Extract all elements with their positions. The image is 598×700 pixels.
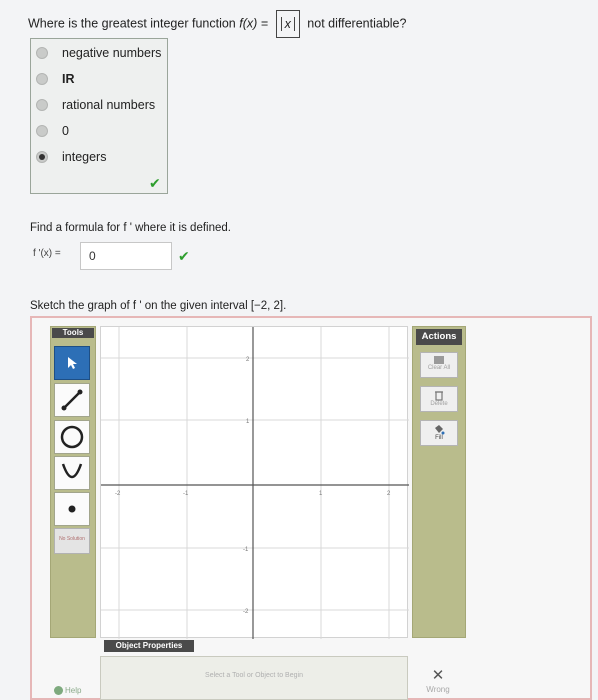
derivative-field-label: f '(x) =	[33, 248, 61, 259]
question-2-prompt: Find a formula for f ' where it is defin…	[30, 222, 231, 234]
radio-selected-icon[interactable]	[36, 151, 48, 163]
result-label: Wrong	[426, 685, 450, 694]
paint-bucket-icon	[435, 425, 445, 435]
correct-check-icon: ✔	[149, 175, 161, 191]
y-tick-label: -2	[243, 609, 249, 615]
trash-icon	[435, 391, 443, 401]
x-tick-label: -1	[183, 491, 189, 497]
x-tick-label: 1	[319, 491, 323, 497]
tool-point[interactable]	[54, 492, 90, 526]
no-solution-button[interactable]: No Solution	[54, 528, 90, 554]
delete-button[interactable]: Delete	[420, 386, 458, 412]
object-properties-hint: Select a Tool or Object to Begin	[205, 672, 303, 679]
wrong-x-icon: ✕	[431, 667, 445, 684]
choice-negative-numbers[interactable]: negative numbers	[31, 43, 161, 63]
circle-icon	[60, 425, 84, 449]
tools-label: Tools	[52, 328, 94, 338]
radio-icon[interactable]	[36, 125, 48, 137]
help-icon	[54, 686, 63, 695]
question-1-prompt: Where is the greatest integer function f…	[28, 10, 406, 38]
graph-canvas[interactable]: -2 -1 1 2 2 1 -1 -2	[100, 326, 409, 639]
object-properties-label: Object Properties	[104, 640, 194, 652]
clear-all-button[interactable]: Clear All	[420, 352, 458, 378]
tool-circle[interactable]	[54, 420, 90, 454]
fill-button[interactable]: Fill	[420, 420, 458, 446]
actions-label: Actions	[416, 329, 462, 345]
coordinate-grid: -2 -1 1 2 2 1 -1 -2	[101, 327, 409, 639]
question-3-prompt: Sketch the graph of f ' on the given int…	[30, 300, 287, 312]
tool-parabola[interactable]	[54, 456, 90, 490]
pointer-icon	[68, 357, 77, 369]
question-1-suffix: not differentiable?	[307, 16, 407, 31]
radio-icon[interactable]	[36, 99, 48, 111]
answer-choices: negative numbers IR rational numbers 0 i…	[30, 38, 168, 194]
choice-rational-numbers[interactable]: rational numbers	[31, 95, 155, 115]
greatest-integer-bracket: x	[275, 10, 300, 38]
x-tick-label: -2	[115, 491, 121, 497]
choice-zero[interactable]: 0	[31, 121, 69, 141]
choice-integers[interactable]: integers	[31, 147, 106, 167]
question-1-prefix: Where is the greatest integer function	[28, 16, 236, 31]
derivative-input[interactable]: 0	[80, 242, 172, 270]
tool-select-pointer[interactable]	[54, 346, 90, 380]
tool-line-segment[interactable]	[54, 383, 90, 417]
y-tick-label: -1	[243, 547, 249, 553]
clear-all-icon	[434, 356, 444, 364]
choice-reals[interactable]: IR	[31, 69, 75, 89]
parabola-icon	[61, 463, 83, 479]
line-segment-icon	[61, 389, 83, 411]
radio-icon[interactable]	[36, 73, 48, 85]
point-icon	[68, 505, 76, 513]
help-link[interactable]: Help	[54, 686, 81, 695]
correct-check-icon: ✔	[178, 248, 190, 264]
x-tick-label: 2	[387, 491, 391, 497]
function-expression: f(x) =	[239, 16, 269, 31]
radio-icon[interactable]	[36, 47, 48, 59]
